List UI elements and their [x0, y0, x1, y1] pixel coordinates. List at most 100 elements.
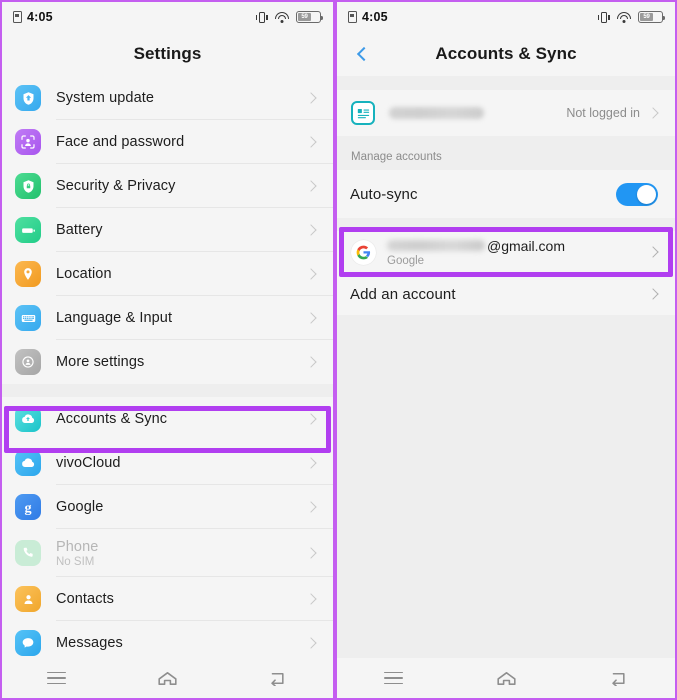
settings-item-sublabel: No SIM — [56, 555, 95, 568]
status-bar-right-group: 59 — [597, 11, 666, 24]
vivo-account-status: Not logged in — [566, 106, 640, 120]
settings-item-security-privacy[interactable]: Security & Privacy — [2, 164, 333, 208]
google-g-icon: g — [15, 494, 41, 520]
settings-item-label: Battery — [56, 222, 103, 238]
settings-item-label: Security & Privacy — [56, 178, 176, 194]
chevron-right-icon — [305, 637, 317, 649]
settings-item-accounts-sync[interactable]: Accounts & Sync — [2, 397, 333, 441]
more-settings-icon — [15, 349, 41, 375]
battery-icon: 59 — [296, 11, 324, 23]
home-icon[interactable] — [496, 671, 517, 686]
google-logo-icon — [351, 239, 376, 265]
auto-sync-label: Auto-sync — [350, 185, 418, 203]
settings-item-vivocloud[interactable]: vivoCloud — [2, 441, 333, 485]
home-icon[interactable] — [157, 671, 178, 686]
settings-item-label: Accounts & Sync — [56, 411, 168, 427]
settings-item-messages[interactable]: Messages — [2, 621, 333, 658]
settings-item-contacts[interactable]: Contacts — [2, 577, 333, 621]
settings-item-label: More settings — [56, 354, 145, 370]
settings-item-phone[interactable]: Phone No SIM — [2, 529, 333, 577]
phone-screen-settings: 4:05 59 Settings System update Face and … — [0, 0, 335, 700]
settings-item-label: Location — [56, 266, 112, 282]
chevron-right-icon — [305, 312, 317, 324]
content-filler — [337, 315, 675, 658]
page-title: Settings — [133, 44, 202, 63]
settings-item-more-settings[interactable]: More settings — [2, 340, 333, 384]
google-account-domain: @gmail.com — [487, 237, 566, 254]
svg-text:g: g — [24, 500, 31, 516]
chevron-right-icon — [647, 246, 659, 258]
settings-item-label: Messages — [56, 635, 123, 651]
settings-item-system-update[interactable]: System update — [2, 76, 333, 120]
sim-card-icon — [348, 11, 357, 23]
phone-screen-accounts-sync: 4:05 59 Accounts & Sync Not logged in Ma… — [335, 0, 677, 700]
location-pin-icon — [15, 261, 41, 287]
settings-item-label: Google — [56, 499, 104, 515]
settings-list[interactable]: System update Face and password Security… — [2, 76, 333, 658]
shield-lock-icon — [15, 173, 41, 199]
title-bar-accounts-sync: Accounts & Sync — [337, 32, 675, 76]
chevron-right-icon — [305, 501, 317, 513]
vivo-account-name-redacted — [389, 107, 484, 119]
settings-item-battery[interactable]: Battery — [2, 208, 333, 252]
settings-item-label: Phone — [56, 538, 99, 555]
list-section-divider — [2, 384, 333, 397]
chevron-right-icon — [305, 547, 317, 559]
chevron-right-icon — [305, 356, 317, 368]
wifi-icon — [275, 11, 289, 23]
chevron-left-icon — [356, 46, 371, 62]
battery-percent-label: 59 — [301, 14, 308, 20]
sim-card-icon — [13, 11, 22, 23]
settings-item-text: Phone No SIM — [56, 539, 307, 568]
nav-bar-right[interactable] — [337, 658, 675, 698]
face-id-icon — [15, 129, 41, 155]
auto-sync-row[interactable]: Auto-sync — [337, 170, 675, 218]
title-bar-settings: Settings — [2, 32, 333, 76]
cloud-sync-icon — [15, 406, 41, 432]
settings-item-label: Contacts — [56, 591, 115, 607]
battery-icon — [15, 217, 41, 243]
back-button[interactable] — [349, 41, 375, 67]
google-account-email: @gmail.com — [387, 238, 649, 254]
contacts-icon — [15, 586, 41, 612]
status-bar-left-group: 4:05 — [13, 10, 53, 24]
status-bar-left-group: 4:05 — [348, 10, 388, 24]
settings-item-label: Language & Input — [56, 310, 173, 326]
back-icon[interactable] — [269, 671, 288, 687]
menu-icon[interactable] — [47, 671, 67, 685]
chevron-right-icon — [647, 288, 659, 300]
nav-bar-left[interactable] — [2, 658, 333, 698]
add-account-row[interactable]: Add an account — [337, 273, 675, 315]
vibrate-icon — [255, 11, 268, 24]
settings-item-location[interactable]: Location — [2, 252, 333, 296]
status-bar-right: 4:05 59 — [337, 2, 675, 32]
messages-icon — [15, 630, 41, 656]
settings-item-face-and-password[interactable]: Face and password — [2, 120, 333, 164]
google-account-row[interactable]: @gmail.com Google — [337, 231, 675, 273]
status-bar-clock: 4:05 — [27, 10, 53, 24]
wifi-icon — [617, 11, 631, 23]
status-bar-left: 4:05 59 — [2, 2, 333, 32]
settings-item-language-input[interactable]: Language & Input — [2, 296, 333, 340]
chevron-right-icon — [305, 593, 317, 605]
section-divider — [337, 218, 675, 231]
settings-item-label: vivoCloud — [56, 455, 121, 471]
auto-sync-toggle[interactable] — [616, 182, 658, 206]
google-account-username-redacted — [387, 240, 485, 251]
keyboard-icon — [15, 305, 41, 331]
settings-item-google[interactable]: g Google — [2, 485, 333, 529]
vivo-account-row[interactable]: Not logged in — [337, 90, 675, 136]
chevron-right-icon — [305, 224, 317, 236]
back-icon[interactable] — [610, 671, 629, 687]
chevron-right-icon — [305, 180, 317, 192]
vivo-account-card-icon — [351, 101, 375, 125]
chevron-right-icon — [305, 136, 317, 148]
accounts-sync-content[interactable]: Not logged in Manage accounts Auto-sync — [337, 76, 675, 658]
phone-icon — [15, 540, 41, 566]
vibrate-icon — [597, 11, 610, 24]
menu-icon[interactable] — [383, 671, 403, 685]
top-spacer — [337, 76, 675, 90]
toggle-knob — [637, 184, 656, 204]
chevron-right-icon — [305, 413, 317, 425]
settings-item-label: Face and password — [56, 134, 185, 150]
